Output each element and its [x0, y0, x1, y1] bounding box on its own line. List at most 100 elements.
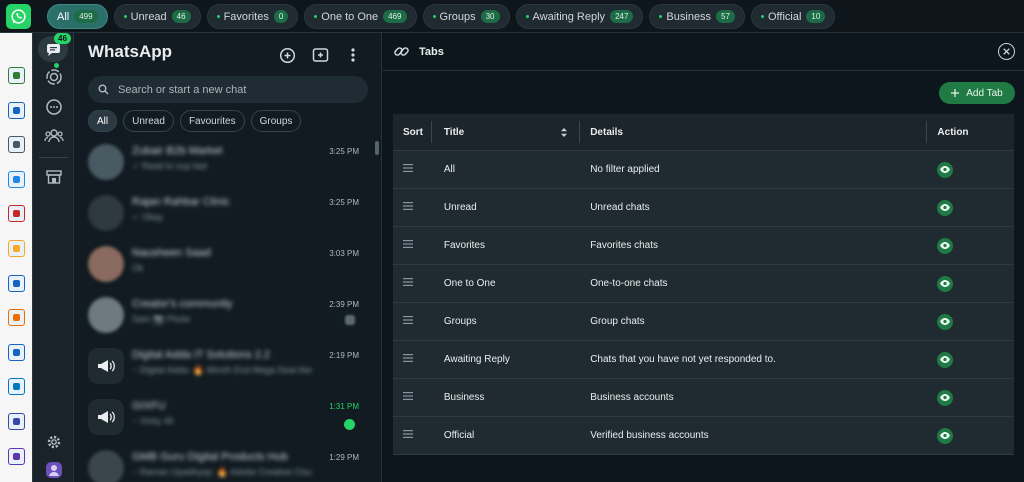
chats-unread-badge: 46: [54, 33, 71, 44]
chat-row[interactable]: Zubair B2b Market ✓ Read to sup last 3:25 …: [74, 139, 377, 190]
view-button[interactable]: [937, 199, 954, 216]
col-title-header[interactable]: Title: [432, 127, 579, 138]
add-tab-button[interactable]: Add Tab: [939, 82, 1015, 104]
whatsapp-logo-icon[interactable]: [6, 4, 31, 29]
view-button[interactable]: [937, 351, 954, 368]
drag-handle[interactable]: [393, 392, 431, 403]
new-chat-icon: [312, 48, 328, 62]
ext-image-icon[interactable]: [8, 205, 25, 223]
table-row: Business Business accounts: [393, 379, 1014, 417]
view-button[interactable]: [937, 313, 954, 330]
filter-chip-all[interactable]: All: [88, 110, 118, 132]
drag-handle-icon: [403, 164, 413, 172]
ext-chat-icon[interactable]: [8, 67, 25, 84]
view-button[interactable]: [937, 389, 954, 406]
ext-flow-icon[interactable]: [8, 343, 25, 361]
top-tab-one-to-one[interactable]: One to One 469: [304, 4, 417, 29]
new-chat-button[interactable]: [310, 45, 330, 65]
top-tab-label: One to One: [321, 10, 379, 23]
ext-doc-icon[interactable]: [8, 136, 25, 154]
announcement-avatar: [88, 348, 124, 384]
drag-handle[interactable]: [393, 354, 431, 365]
drag-handle[interactable]: [393, 202, 431, 213]
ext-monitor-icon[interactable]: [8, 378, 25, 396]
top-tab-business[interactable]: Business 57: [649, 4, 745, 29]
ext-list-icon[interactable]: [8, 274, 25, 292]
status-nav-button[interactable]: [33, 66, 74, 88]
avatar: [88, 297, 124, 333]
top-tab-favorites[interactable]: Favorites 0: [206, 4, 299, 29]
ext-grid-icon[interactable]: [8, 101, 25, 119]
more-vertical-icon: [351, 48, 355, 62]
drag-handle-icon: [403, 316, 413, 324]
table-row: Official Verified business accounts: [393, 417, 1014, 455]
chat-row[interactable]: Nausheen Saad Ok 3:03 PM: [74, 241, 377, 292]
chat-time: 1:29 PM: [329, 453, 359, 462]
drag-handle[interactable]: [393, 278, 431, 289]
row-details: No filter applied: [590, 164, 660, 175]
view-button[interactable]: [937, 237, 954, 254]
chat-list-scrollbar[interactable]: [375, 141, 379, 155]
communities-nav-button[interactable]: [33, 125, 74, 147]
view-button[interactable]: [937, 161, 954, 178]
settings-nav-button[interactable]: [33, 431, 74, 453]
search-input[interactable]: [118, 83, 358, 96]
view-button[interactable]: [937, 275, 954, 292]
tab-dot-icon: [659, 15, 663, 18]
top-tab-awaiting-reply[interactable]: Awaiting Reply 247: [515, 4, 644, 29]
chat-name: GIXFU: [132, 400, 166, 412]
top-tab-groups[interactable]: Groups 30: [422, 4, 510, 29]
new-status-button[interactable]: [277, 45, 297, 65]
chat-row[interactable]: Creator's community Sam 📷 Photo 2:39 PM: [74, 292, 377, 343]
megaphone-icon: [98, 360, 115, 372]
drag-handle[interactable]: [393, 316, 431, 327]
ext-user-icon[interactable]: [8, 447, 25, 465]
ext-bell-icon[interactable]: [8, 240, 25, 257]
ext-alert-icon[interactable]: [8, 309, 25, 327]
close-panel-button[interactable]: [998, 43, 1015, 60]
eye-icon: [940, 432, 951, 439]
chat-row[interactable]: GIXFU ~ Vicky 45 1:31 PM: [74, 394, 377, 445]
top-tab-count: 499: [74, 10, 98, 23]
drag-handle[interactable]: [393, 164, 431, 175]
status-add-icon: [279, 47, 295, 63]
row-action: [927, 275, 1014, 292]
profile-nav-button[interactable]: [33, 459, 74, 481]
search-bar[interactable]: [88, 76, 368, 103]
top-tab-all[interactable]: All 499: [47, 4, 108, 29]
muted-icon: [345, 315, 355, 325]
chat-time: 3:25 PM: [329, 198, 359, 207]
add-tab-label: Add Tab: [966, 87, 1003, 99]
chat-list-panel: WhatsApp AllUnreadFavouritesGroups Zubai…: [74, 33, 382, 482]
filter-chip-groups[interactable]: Groups: [250, 110, 302, 132]
top-tab-unread[interactable]: Unread 46: [113, 4, 201, 29]
chat-row[interactable]: Rajan Rahbar Clinic ✓ Okay 3:25 PM: [74, 190, 377, 241]
chat-name: Zubair B2b Market: [132, 145, 223, 157]
filter-chip-unread[interactable]: Unread: [123, 110, 174, 132]
drag-handle[interactable]: [393, 240, 431, 251]
unread-badge: [344, 419, 355, 430]
profile-icon: [45, 462, 62, 478]
row-details: One-to-one chats: [590, 278, 668, 289]
view-button[interactable]: [937, 427, 954, 444]
drag-handle-icon: [403, 278, 413, 286]
channels-nav-button[interactable]: [33, 96, 74, 118]
chat-preview: ✓ Read to sup last: [132, 161, 208, 171]
menu-button[interactable]: [343, 45, 363, 65]
chat-row[interactable]: GMB Guru Digital Products Hub ~ Raman Upa…: [74, 445, 377, 482]
ext-globe-icon[interactable]: [8, 413, 25, 430]
top-tab-label: Unread: [130, 10, 167, 23]
top-tab-official[interactable]: Official 10: [750, 4, 836, 29]
chats-nav-button[interactable]: 46: [38, 33, 71, 62]
drag-handle[interactable]: [393, 430, 431, 441]
row-title: Business: [443, 392, 485, 403]
chat-preview: ~ Raman Upadhyay: 🔥 Adobe Creative Cloud: [132, 467, 312, 477]
tab-dot-icon: [314, 15, 318, 18]
plus-icon: [951, 89, 960, 97]
store-nav-button[interactable]: [33, 165, 74, 187]
row-details: Business accounts: [590, 392, 674, 403]
chat-row[interactable]: Digital Adda IT Solutions 2.2 ~ Digital A…: [74, 343, 377, 394]
filter-chip-favourites[interactable]: Favourites: [179, 110, 245, 132]
top-tab-label: All: [57, 10, 70, 23]
ext-screen-icon[interactable]: [8, 170, 25, 188]
